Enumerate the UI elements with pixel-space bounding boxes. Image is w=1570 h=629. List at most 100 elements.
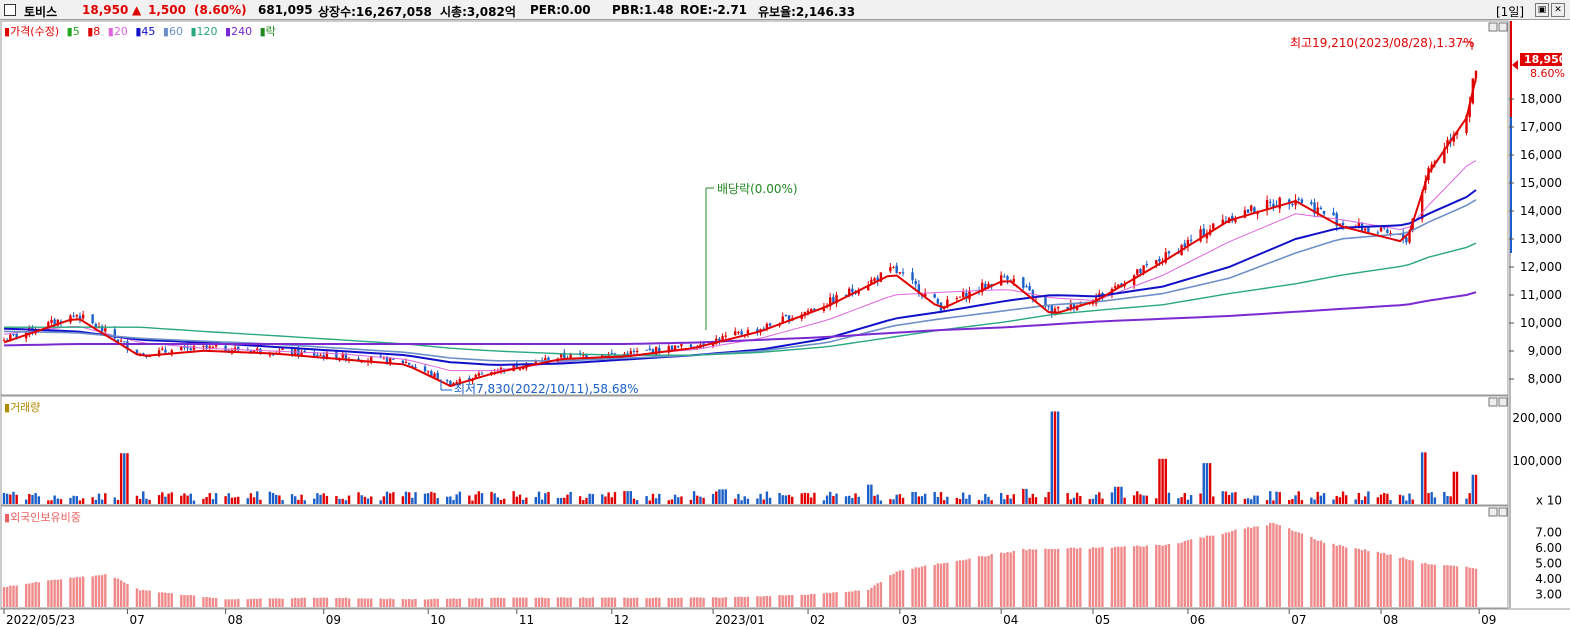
volume-bar bbox=[1430, 492, 1433, 504]
panel-close-icon[interactable] bbox=[1498, 22, 1508, 32]
foreign-bar bbox=[892, 573, 895, 607]
candle bbox=[1288, 198, 1291, 210]
candle bbox=[347, 356, 351, 364]
foreign-bar bbox=[1332, 543, 1335, 607]
volume-bar bbox=[879, 500, 883, 504]
volume-bar bbox=[366, 498, 370, 504]
volume-bar bbox=[404, 491, 408, 504]
legend-ma8[interactable]: ▮8 bbox=[87, 25, 100, 38]
foreign-bar bbox=[540, 597, 544, 607]
foreign-legend[interactable]: ▮외국인보유비중 bbox=[4, 509, 85, 525]
volume-bar bbox=[961, 492, 965, 504]
volume-bar bbox=[113, 497, 116, 504]
foreign-bar bbox=[1167, 544, 1171, 607]
price-legend: ▮가격(수정) ▮5 ▮8 ▮20 ▮45 ▮60 ▮120 ▮240 ▮락 bbox=[4, 23, 280, 39]
foreign-bar bbox=[1110, 547, 1114, 607]
close-icon[interactable]: ✕ bbox=[1551, 3, 1565, 17]
foreign-bar bbox=[113, 577, 116, 607]
foreign-bar bbox=[1227, 532, 1231, 607]
candle bbox=[1449, 133, 1452, 148]
candle bbox=[1047, 304, 1050, 311]
legend-price[interactable]: ▮가격(수정) bbox=[4, 25, 59, 38]
ma-line-120 bbox=[4, 242, 1477, 356]
volume-bar bbox=[382, 496, 386, 504]
foreign-bar bbox=[999, 552, 1003, 607]
candle bbox=[119, 337, 123, 343]
candle bbox=[1364, 225, 1367, 234]
candle bbox=[1455, 130, 1459, 140]
candle bbox=[1056, 306, 1060, 313]
foreign-bar bbox=[37, 582, 41, 607]
candle bbox=[658, 344, 661, 356]
candle bbox=[721, 333, 724, 342]
ma-line-20 bbox=[3, 160, 1477, 372]
candle bbox=[591, 357, 594, 360]
legend-ma120[interactable]: ▮120 bbox=[190, 25, 217, 38]
volume-bar bbox=[208, 493, 211, 504]
panel-close-icon[interactable] bbox=[1498, 507, 1508, 517]
legend-ma45[interactable]: ▮45 bbox=[135, 25, 155, 38]
candle bbox=[259, 347, 262, 355]
foreign-bar bbox=[699, 597, 702, 607]
candle bbox=[411, 364, 414, 367]
volume-bar bbox=[12, 491, 15, 504]
volume-bar bbox=[677, 497, 680, 504]
foreign-bar bbox=[1161, 545, 1164, 607]
candle bbox=[645, 349, 648, 351]
foreign-bar bbox=[1474, 568, 1478, 607]
candle bbox=[91, 314, 94, 325]
volume-legend[interactable]: ▮거래량 bbox=[4, 399, 44, 415]
volume-bar bbox=[1291, 499, 1294, 504]
volume-bar bbox=[81, 498, 85, 504]
volume-bar bbox=[1316, 491, 1319, 504]
foreign-bar bbox=[1136, 545, 1139, 607]
candle bbox=[116, 339, 120, 345]
panel-restore-icon[interactable] bbox=[1488, 397, 1498, 407]
candle bbox=[1132, 274, 1136, 289]
price-tick-label: 13,000 bbox=[1520, 232, 1562, 246]
foreign-bar bbox=[119, 580, 123, 607]
legend-dividend[interactable]: ▮락 bbox=[260, 25, 276, 38]
foreign-bar bbox=[202, 597, 205, 607]
volume-bar bbox=[810, 497, 813, 504]
foreign-bar bbox=[958, 560, 962, 607]
select-checkbox[interactable] bbox=[4, 4, 16, 16]
foreign-bar bbox=[984, 556, 987, 607]
volume-bar bbox=[1234, 492, 1237, 504]
candle bbox=[955, 296, 959, 303]
candle bbox=[1411, 217, 1414, 233]
volume-bar bbox=[34, 493, 37, 504]
volume-bar bbox=[563, 497, 566, 504]
stock-name[interactable]: 토비스 bbox=[24, 3, 57, 20]
foreign-bar bbox=[1034, 549, 1038, 607]
restore-icon[interactable]: ▣ bbox=[1535, 3, 1549, 17]
foreign-bar bbox=[844, 592, 848, 607]
last-pct-label: 8.60% bbox=[1530, 67, 1565, 80]
panel-restore-icon[interactable] bbox=[1488, 22, 1498, 32]
legend-ma240[interactable]: ▮240 bbox=[225, 25, 252, 38]
volume-bar bbox=[1031, 493, 1035, 504]
x-tick-label: 10 bbox=[430, 613, 445, 627]
foreign-bar bbox=[1177, 543, 1180, 607]
legend-ma5[interactable]: ▮5 bbox=[67, 25, 80, 38]
candle bbox=[1300, 197, 1304, 204]
legend-ma60[interactable]: ▮60 bbox=[163, 25, 183, 38]
foreign-bar bbox=[455, 598, 458, 607]
volume-bar bbox=[813, 492, 816, 504]
foreign-bar bbox=[895, 571, 898, 607]
volume-bar bbox=[123, 453, 126, 504]
volume-bar bbox=[1072, 497, 1076, 504]
foreign-bar bbox=[1164, 544, 1167, 607]
candle bbox=[53, 317, 56, 328]
volume-bar bbox=[480, 493, 484, 504]
candle bbox=[629, 347, 632, 358]
foreign-bar bbox=[322, 597, 325, 607]
volume-bar bbox=[5, 493, 9, 504]
legend-ma20[interactable]: ▮20 bbox=[108, 25, 128, 38]
candle bbox=[1354, 224, 1357, 229]
foreign-bar bbox=[15, 585, 18, 607]
header-bar: 토비스 18,950 ▲ 1,500 (8.60%) 681,095 상장수:1… bbox=[0, 0, 1570, 20]
period-button[interactable]: [1일] bbox=[1496, 3, 1524, 20]
panel-restore-icon[interactable] bbox=[1488, 507, 1498, 517]
panel-close-icon[interactable] bbox=[1498, 397, 1508, 407]
